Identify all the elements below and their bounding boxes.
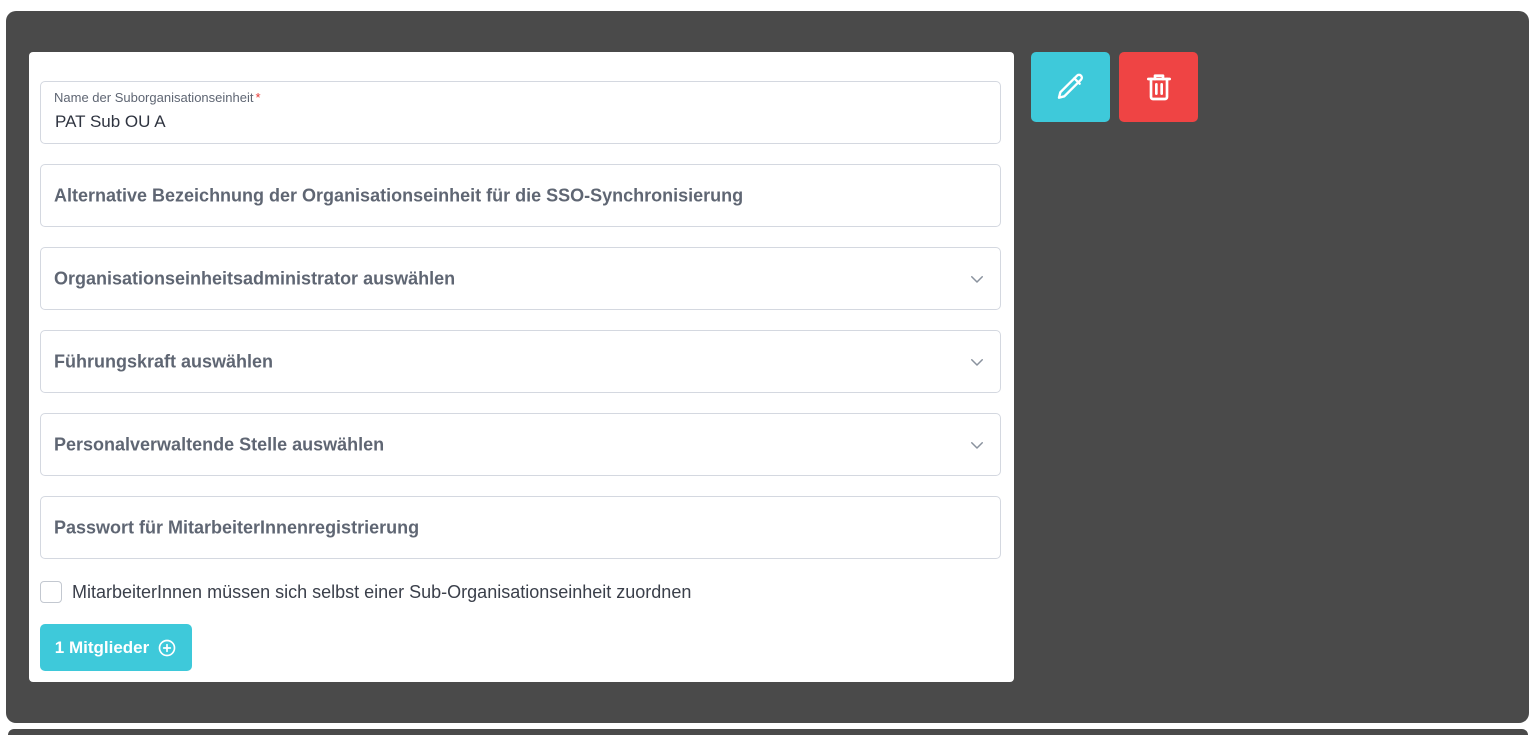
hr-office-placeholder: Personalverwaltende Stelle auswählen — [54, 434, 385, 454]
sso-alternative-name-placeholder: Alternative Bezeichnung der Organisation… — [54, 185, 744, 205]
org-unit-admin-select[interactable]: Organisationseinheitsadministrator auswä… — [40, 247, 1001, 310]
registration-password-placeholder: Passwort für MitarbeiterInnenregistrieru… — [54, 517, 420, 537]
chevron-down-icon — [971, 441, 983, 449]
registration-password-input[interactable]: Passwort für MitarbeiterInnenregistrieru… — [40, 496, 1001, 559]
sub-org-unit-name-field[interactable]: Name der Suborganisationseinheit * PAT Su… — [40, 81, 1001, 144]
plus-circle-icon — [158, 639, 176, 656]
pencil-icon — [1057, 73, 1083, 99]
next-panel-edge — [8, 729, 1528, 735]
members-button-label: 1 Mitglieder — [54, 637, 150, 657]
sub-org-unit-name-value: PAT Sub OU A — [55, 112, 166, 131]
self-assign-checkbox[interactable] — [40, 581, 62, 603]
self-assign-checkbox-row: MitarbeiterInnen müssen sich selbst eine… — [40, 580, 691, 604]
manager-select[interactable]: Führungskraft auswählen — [40, 330, 1001, 393]
hr-office-select[interactable]: Personalverwaltende Stelle auswählen — [40, 413, 1001, 476]
delete-button[interactable] — [1119, 52, 1198, 122]
sub-org-unit-name-label: Name der Suborganisationseinheit * — [54, 90, 261, 105]
sso-alternative-name-input[interactable]: Alternative Bezeichnung der Organisation… — [40, 164, 1001, 227]
edit-button[interactable] — [1031, 52, 1110, 122]
self-assign-checkbox-label[interactable]: MitarbeiterInnen müssen sich selbst eine… — [72, 582, 691, 603]
required-marker: * — [255, 90, 261, 105]
org-unit-admin-placeholder: Organisationseinheitsadministrator auswä… — [54, 268, 456, 288]
trash-icon — [1146, 74, 1171, 101]
chevron-down-icon — [971, 275, 983, 283]
chevron-down-icon — [971, 358, 983, 366]
members-button[interactable]: 1 Mitglieder — [40, 624, 192, 671]
manager-placeholder: Führungskraft auswählen — [54, 351, 274, 371]
